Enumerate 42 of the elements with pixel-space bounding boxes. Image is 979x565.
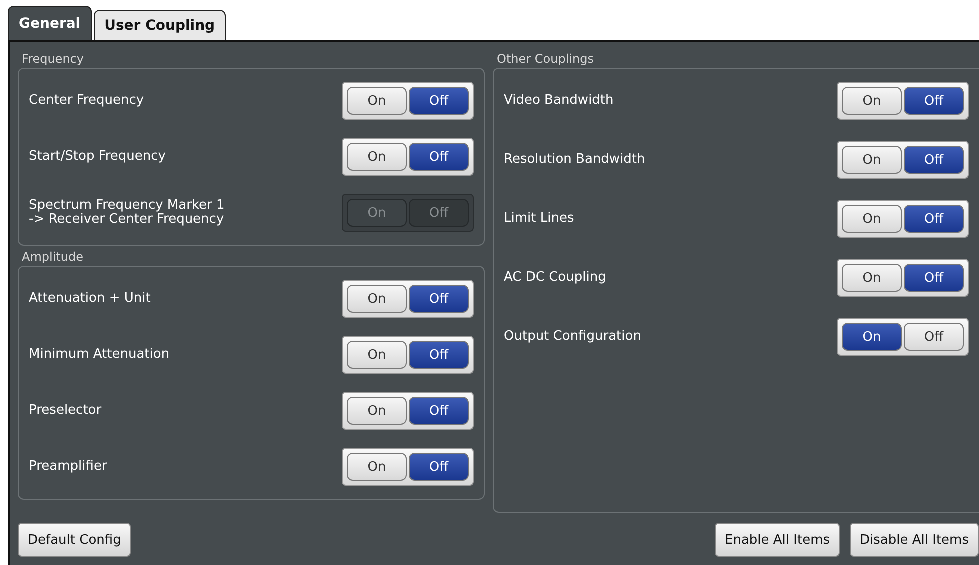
setting-label: Minimum Attenuation xyxy=(29,348,170,362)
toggle-option[interactable]: On xyxy=(347,397,407,425)
toggle-option[interactable]: Off xyxy=(409,453,469,481)
tab[interactable]: General xyxy=(8,6,92,40)
setting-label: Spectrum Frequency Marker 1 -> Receiver Center Frequency xyxy=(29,199,225,227)
toggle-option[interactable]: On xyxy=(347,453,407,481)
toggle-option[interactable]: Off xyxy=(904,264,964,292)
toggle-option[interactable]: Off xyxy=(409,87,469,115)
action-button[interactable]: Enable All Items xyxy=(714,523,840,557)
toggle-option[interactable]: On xyxy=(842,205,902,233)
toggle-option[interactable]: Off xyxy=(409,341,469,369)
toggle-option[interactable]: Off xyxy=(409,285,469,313)
toggle-option[interactable]: On xyxy=(842,264,902,292)
toggle-option[interactable]: On xyxy=(347,87,407,115)
group-title: Frequency xyxy=(21,51,85,68)
toggle-option[interactable]: Off xyxy=(409,397,469,425)
toggle-option[interactable]: Off xyxy=(904,87,964,115)
setting-label: Video Bandwidth xyxy=(504,94,614,108)
toggle-option[interactable]: On xyxy=(347,341,407,369)
setting-label: Start/Stop Frequency xyxy=(29,150,166,164)
toggle-option[interactable]: On xyxy=(347,143,407,171)
tab[interactable]: User Coupling xyxy=(94,10,226,40)
toggle-option[interactable]: Off xyxy=(904,323,964,351)
default-config-button[interactable]: Default Config xyxy=(18,523,132,557)
toggle-option[interactable]: On xyxy=(842,146,902,174)
setting-label: Limit Lines xyxy=(504,212,574,226)
toggle-option[interactable]: Off xyxy=(904,146,964,174)
setting-label: Preamplifier xyxy=(29,460,108,474)
setting-label: Center Frequency xyxy=(29,94,144,108)
toggle-option[interactable]: On xyxy=(347,285,407,313)
setting-label: Output Configuration xyxy=(504,330,642,344)
setting-label: Attenuation + Unit xyxy=(29,292,151,306)
action-button[interactable]: Disable All Items xyxy=(850,523,979,557)
toggle-option[interactable]: Off xyxy=(409,143,469,171)
toggle-option[interactable]: On xyxy=(842,323,902,351)
toggle-option[interactable]: On xyxy=(842,87,902,115)
setting-label: Resolution Bandwidth xyxy=(504,153,646,167)
toggle-option[interactable]: Off xyxy=(904,205,964,233)
setting-label: AC DC Coupling xyxy=(504,271,606,285)
group-title: Other Couplings xyxy=(496,51,595,68)
setting-label: Preselector xyxy=(29,404,102,418)
group-title: Amplitude xyxy=(21,249,84,266)
